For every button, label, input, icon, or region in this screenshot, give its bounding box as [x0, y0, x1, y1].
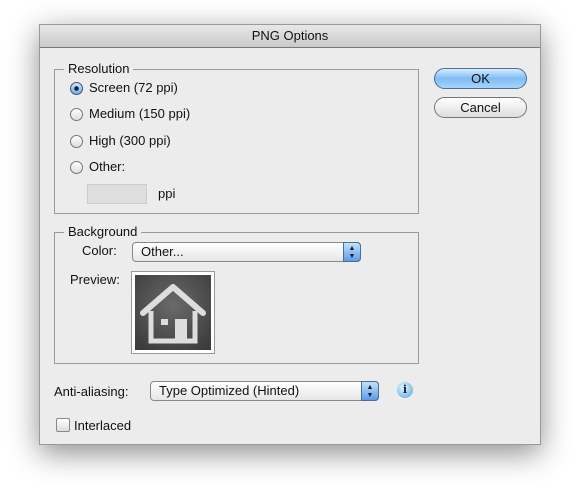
png-options-dialog: PNG Options Resolution Screen (72 ppi) M…	[39, 24, 541, 445]
anti-aliasing-value: Type Optimized (Hinted)	[159, 383, 300, 398]
ok-button[interactable]: OK	[434, 68, 527, 89]
interlaced-checkbox[interactable]	[56, 418, 70, 432]
preview-box	[131, 271, 215, 354]
resolution-legend: Resolution	[64, 61, 134, 77]
color-select-value: Other...	[141, 244, 184, 259]
radio-high[interactable]	[70, 135, 83, 148]
anti-aliasing-select[interactable]: Type Optimized (Hinted) ▲ ▼	[150, 381, 379, 401]
radio-medium[interactable]	[70, 108, 83, 121]
radio-high-label[interactable]: High (300 ppi)	[89, 133, 171, 149]
home-icon	[135, 275, 211, 350]
radio-other-label[interactable]: Other:	[89, 159, 125, 175]
select-arrows-icon: ▲ ▼	[361, 381, 379, 401]
resolution-group: Resolution Screen (72 ppi) Medium (150 p…	[54, 61, 419, 214]
color-label: Color:	[82, 243, 117, 258]
dialog-title: PNG Options	[40, 25, 540, 48]
radio-other[interactable]	[70, 161, 83, 174]
other-ppi-input[interactable]	[87, 184, 147, 204]
cancel-button[interactable]: Cancel	[434, 97, 527, 118]
background-legend: Background	[64, 224, 142, 240]
info-icon[interactable]: i	[397, 382, 413, 398]
anti-aliasing-label: Anti-aliasing:	[54, 384, 129, 399]
preview-label: Preview:	[70, 272, 120, 287]
background-group: Background Color: Other... ▲ ▼ Preview:	[54, 224, 419, 364]
radio-screen-label[interactable]: Screen (72 ppi)	[89, 80, 178, 96]
ppi-unit-label: ppi	[158, 186, 176, 201]
interlaced-label[interactable]: Interlaced	[74, 418, 131, 433]
color-select[interactable]: Other... ▲ ▼	[132, 242, 361, 262]
radio-medium-label[interactable]: Medium (150 ppi)	[89, 106, 190, 122]
select-arrows-icon: ▲ ▼	[343, 242, 361, 262]
radio-screen[interactable]	[70, 82, 83, 95]
